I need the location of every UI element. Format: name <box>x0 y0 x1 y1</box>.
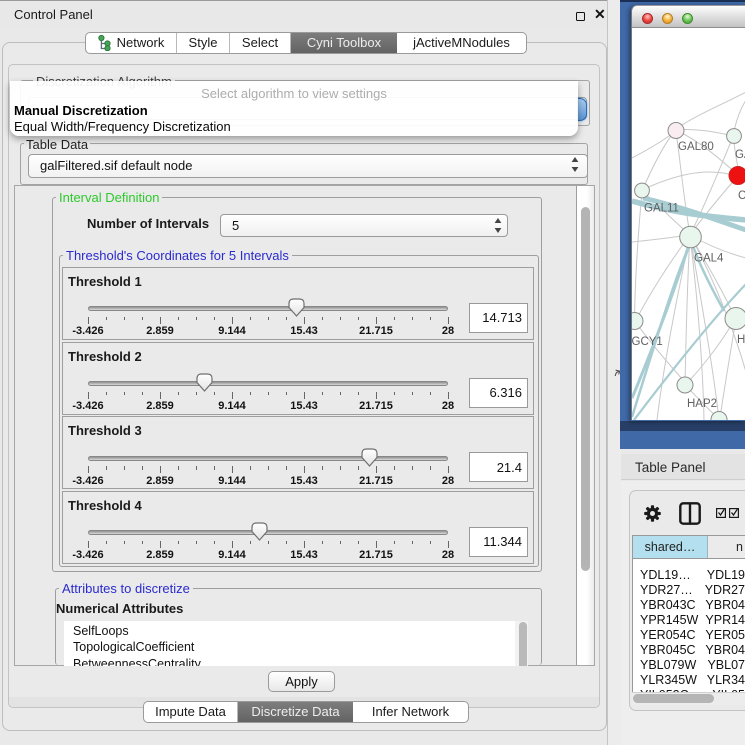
svg-text:H: H <box>737 334 745 346</box>
svg-text:HAP2: HAP2 <box>687 398 717 410</box>
svg-text:GA: GA <box>735 149 745 161</box>
svg-text:GCY1: GCY1 <box>632 336 663 348</box>
svg-text:GAL4: GAL4 <box>694 253 724 265</box>
svg-text:C: C <box>738 190 745 202</box>
svg-text:GAL11: GAL11 <box>644 203 679 215</box>
svg-text:GAL80: GAL80 <box>678 141 714 153</box>
